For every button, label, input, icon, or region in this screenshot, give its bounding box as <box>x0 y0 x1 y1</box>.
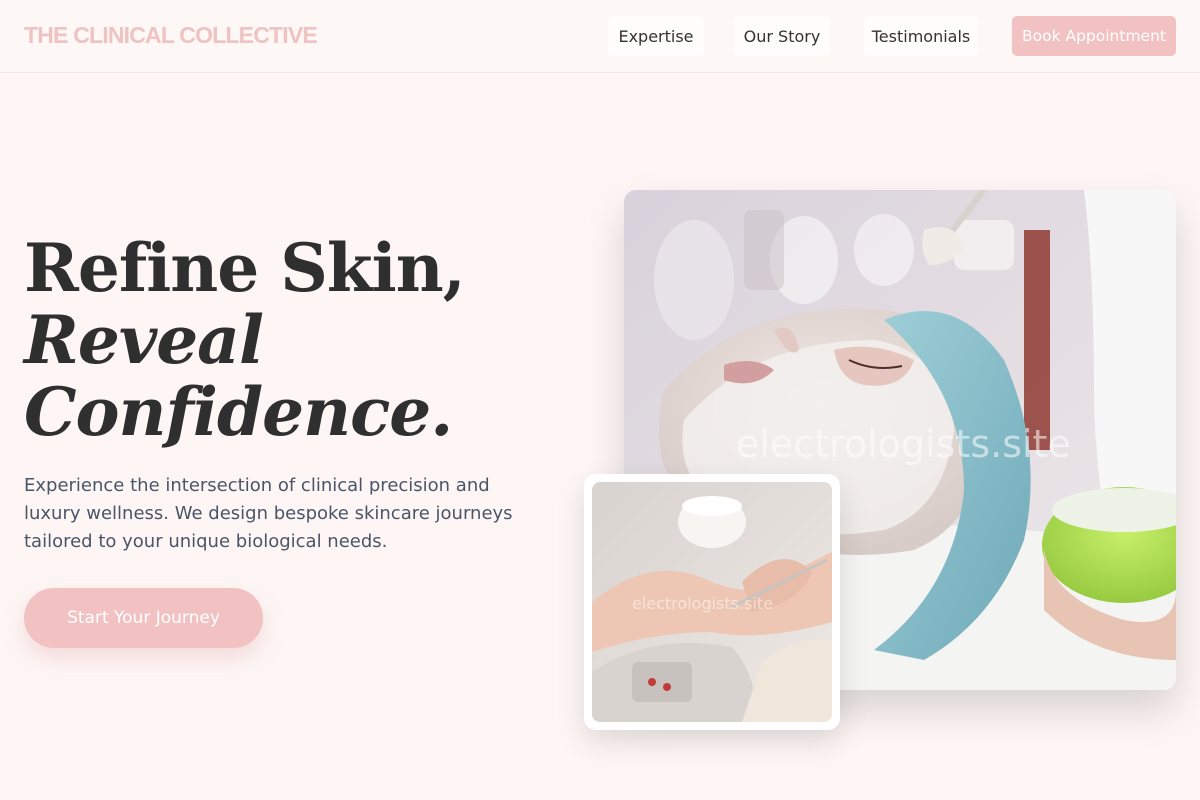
nav-link-expertise[interactable]: Expertise <box>608 16 704 56</box>
book-appointment-button[interactable]: Book Appointment <box>1012 16 1176 56</box>
headline-line-3: Confidence. <box>24 373 453 451</box>
nav-link-our-story[interactable]: Our Story <box>734 16 830 56</box>
start-journey-button[interactable]: Start Your Journey <box>24 588 263 648</box>
site-header: THE CLINICAL COLLECTIVE Expertise Our St… <box>0 0 1200 73</box>
hero-headline: Refine Skin, Reveal Confidence. <box>24 232 544 448</box>
manicure-image: electrologists.site <box>592 482 832 722</box>
secondary-image-frame: electrologists.site <box>584 474 840 730</box>
brand-logo[interactable]: THE CLINICAL COLLECTIVE <box>24 22 318 49</box>
main-image-watermark: electrologists.site <box>736 422 1071 466</box>
headline-line-2: Reveal <box>24 301 264 379</box>
headline-line-1: Refine Skin, <box>24 229 466 307</box>
hero-description: Experience the intersection of clinical … <box>24 475 513 552</box>
secondary-image-watermark: electrologists.site <box>632 594 773 613</box>
nav-link-testimonials[interactable]: Testimonials <box>864 16 978 56</box>
